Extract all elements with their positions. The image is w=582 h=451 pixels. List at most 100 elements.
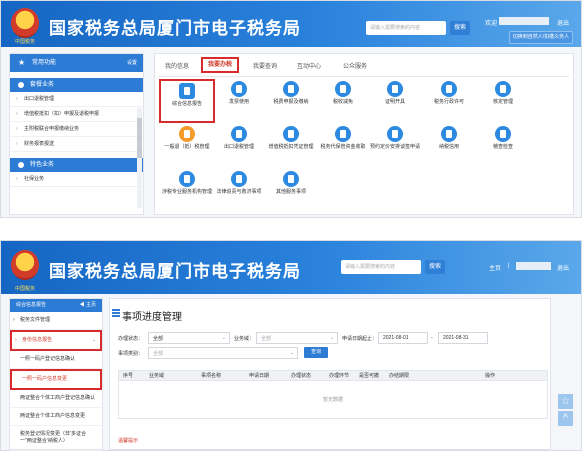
tile-custody[interactable]: 税务代保管资金收取: [315, 124, 371, 168]
tax-emblem-icon: [11, 250, 39, 280]
sidebar-group-identity[interactable]: › 身份信息报告 ⌄: [10, 330, 102, 351]
tile-label: 税费申报及缴纳: [273, 99, 309, 105]
tile-label: 其他服务事项: [275, 189, 306, 195]
other-icon: [283, 171, 299, 187]
tile-label: 纳税信用: [438, 144, 459, 150]
site-title: 国家税务总局厦门市电子税务局: [49, 19, 301, 38]
list-item-label: 出口退税管理: [24, 96, 55, 102]
star-float-button[interactable]: ☆: [558, 394, 573, 409]
list-item[interactable]: › 财务报表报送: [10, 137, 143, 152]
search-input[interactable]: 请输入需要搜索的内容: [341, 260, 421, 274]
document-icon: [179, 83, 195, 99]
search-input[interactable]: 请输入需要搜索的内容: [366, 21, 446, 35]
tile-label: 核定管理: [492, 99, 513, 105]
date-from-input[interactable]: 2021-08-01: [378, 332, 428, 344]
tile-invoice[interactable]: 发票使用: [211, 79, 267, 123]
list-item[interactable]: › 主附税联合申报缴纳业务: [10, 122, 143, 137]
search-button[interactable]: 搜索: [450, 21, 470, 35]
common-functions-panel: ★ 常用功能 设置 套餐业务 › 出口退税管理 › 增值税抵扣（扣）申报及退税申报 …: [9, 53, 144, 215]
list-item-label: 社保业务: [24, 176, 45, 182]
date-to-input[interactable]: 2021-08-31: [438, 332, 488, 344]
tab-my-info[interactable]: 我的信息: [165, 59, 189, 75]
tile-comprehensive-report[interactable]: 综合信息报告: [159, 79, 215, 123]
date-label: 申请日期起止：: [342, 336, 378, 342]
sidebar-item[interactable]: 税务登记情况变更（非'多证合一''两证整合'纳税人）: [10, 426, 102, 451]
sidebar-item[interactable]: › 税务文件管理: [10, 312, 102, 330]
chevron-right-icon: ›: [16, 111, 18, 117]
list-item[interactable]: › 出口退税管理: [10, 92, 143, 107]
site-title: 国家税务总局厦门市电子税务局: [49, 262, 301, 281]
switch-identity-button[interactable]: 切换到自然人/扣缴义务人: [509, 31, 573, 44]
table-header: 序号 业务域 事项名称 申请日期 办理状态 办理环节 是否可撤 办结期限 操作: [118, 370, 548, 381]
tile-declare[interactable]: 税费申报及缴纳: [263, 79, 319, 123]
search-button[interactable]: 搜索: [425, 260, 445, 274]
tile-credit[interactable]: 纳税信用: [421, 124, 477, 168]
header: 中国税务 国家税务总局厦门市电子税务局 请输入需要搜索的内容 搜索 主页 | 退…: [1, 241, 581, 294]
tile-label: 税务行政许可: [433, 99, 464, 105]
sidebar-item[interactable]: 一照一码户登记信息确认: [10, 351, 102, 369]
invoice-icon: [231, 81, 247, 97]
assessment-icon: [495, 81, 511, 97]
chevron-down-icon: ⌄: [221, 335, 226, 341]
tile-certificate[interactable]: 证明开具: [367, 79, 423, 123]
header: 中国税务 国家税务总局厦门市电子税务局 请输入需要搜索的内容 搜索 欢迎 退出 …: [1, 1, 581, 47]
back-to-top-button[interactable]: ^: [558, 411, 573, 426]
list-item[interactable]: › 增值税抵扣（扣）申报及退税申报: [10, 107, 143, 122]
tab-interaction[interactable]: 互动中心: [297, 59, 321, 75]
tile-inspection[interactable]: 稽查检查: [475, 124, 531, 168]
bullet-icon: [18, 162, 24, 168]
tile-other[interactable]: 其他服务事项: [263, 169, 319, 213]
sidebar-item-label: 一照一码户信息变更: [22, 376, 68, 382]
sidebar-item-label: 身份信息报告: [22, 337, 53, 343]
tab-do-tax[interactable]: 我要办税: [201, 57, 240, 73]
sidebar-item[interactable]: 两证整合个体工商户信息变更: [10, 408, 102, 426]
logout-link[interactable]: 退出: [557, 263, 569, 272]
permit-icon: [441, 81, 457, 97]
tile-export-refund[interactable]: 出口退税管理: [211, 124, 267, 168]
list-item[interactable]: › 社保业务: [10, 172, 143, 187]
tile-refund[interactable]: 一般退（抵）税管理: [159, 124, 215, 168]
tile-label: 出口退税管理: [223, 144, 254, 150]
status-label: 办理状态：: [118, 336, 144, 342]
tile-permit[interactable]: 税务行政许可: [421, 79, 477, 123]
tile-label: 稽查检查: [492, 144, 513, 150]
main-content: 事项进度管理 办理状态： 全部 ⌄ 业务域： 全部 ⌄ 申请日期起止： 2021-0…: [109, 298, 551, 450]
sidebar-item-label: 税务文件管理: [20, 317, 51, 323]
screenshot-bottom: 中国税务 国家税务总局厦门市电子税务局 请输入需要搜索的内容 搜索 主页 | 退…: [0, 240, 582, 451]
tile-legal[interactable]: 法律追责与救济事项: [211, 169, 267, 213]
tab-query[interactable]: 我要查询: [253, 59, 277, 75]
tile-label: 涉税专业服务机构管理: [161, 189, 212, 195]
tile-exemption[interactable]: 税收减免: [315, 79, 371, 123]
home-link[interactable]: 主页: [489, 263, 501, 272]
tile-vat-voucher[interactable]: 增值税抵扣凭证管理: [263, 124, 319, 168]
chevron-right-icon: ›: [16, 96, 18, 102]
section-package[interactable]: 套餐业务: [10, 78, 143, 92]
sidebar-item-info-change[interactable]: 一照一码户信息变更: [10, 369, 102, 390]
sidebar-item-label: 两证整合个体工商户信息变更: [20, 413, 86, 419]
type-select[interactable]: 全部 ⌄: [148, 347, 298, 359]
star-icon: ★: [18, 58, 26, 67]
status-select[interactable]: 全部 ⌄: [148, 332, 230, 344]
domain-select[interactable]: 全部 ⌄: [256, 332, 338, 344]
empty-state: 暂无数据: [322, 397, 343, 403]
logo-caption: 中国税务: [14, 286, 35, 292]
scrollbar[interactable]: [137, 108, 142, 208]
tile-assessment[interactable]: 核定管理: [475, 79, 531, 123]
panel-title: 常用功能: [32, 60, 57, 66]
tile-pricing[interactable]: 预约定价安排谈签申请: [367, 124, 423, 168]
section-label: 特色业务: [30, 162, 55, 168]
sidebar-item[interactable]: 两证整合个体工商户登记信息确认: [10, 390, 102, 408]
back-home-link[interactable]: ◀ 主页: [80, 299, 96, 312]
settings-link[interactable]: 设置: [127, 54, 137, 72]
tax-emblem-icon: [11, 8, 39, 38]
query-button[interactable]: 查询: [304, 347, 328, 358]
tile-professional[interactable]: 涉税专业服务机构管理: [159, 169, 215, 213]
title-list-icon: [112, 309, 120, 319]
logout-link[interactable]: 退出: [557, 18, 569, 27]
exemption-icon: [335, 81, 351, 97]
pricing-icon: [387, 126, 403, 142]
scrollbar-thumb[interactable]: [137, 118, 142, 158]
tab-public[interactable]: 公众服务: [343, 59, 367, 75]
section-special[interactable]: 特色业务: [10, 158, 143, 172]
tab-divider: [159, 76, 569, 77]
